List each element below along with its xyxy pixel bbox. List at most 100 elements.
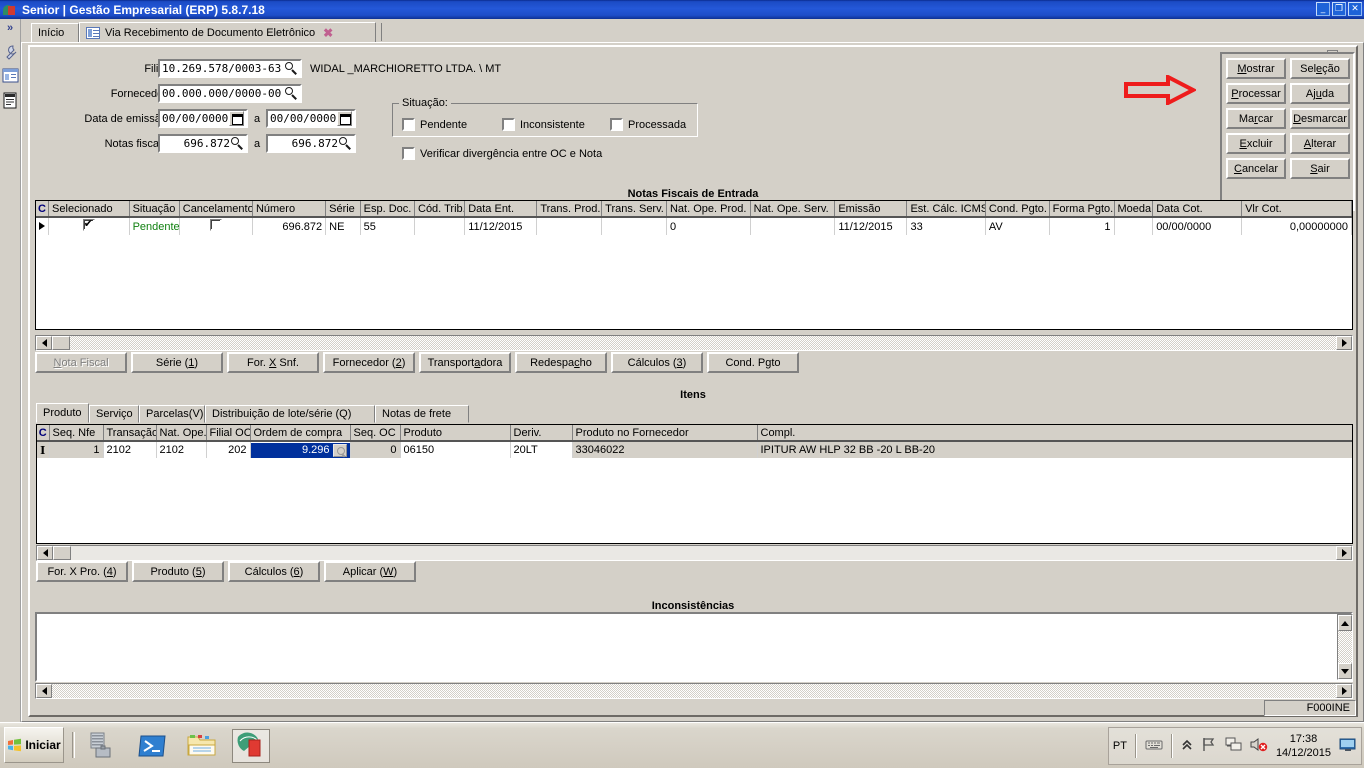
notas-col-moeda[interactable]: Moeda: [1114, 201, 1154, 218]
notas-col-vlr-cot[interactable]: Vlr Cot.: [1241, 201, 1352, 218]
notas-hscroll-thumb[interactable]: [52, 336, 70, 350]
button-alterar[interactable]: Alterar: [1290, 133, 1350, 154]
itens-grid[interactable]: C Seq. Nfe Transação Nat. Ope. Filial OC…: [36, 424, 1353, 544]
itens-grid-hscrollbar[interactable]: [36, 545, 1353, 561]
notas-hscroll-right-button[interactable]: [1336, 336, 1352, 350]
ordem-compra-search-icon[interactable]: [332, 443, 347, 457]
calendar-icon[interactable]: [337, 111, 352, 126]
inconsistencias-hscroll-track[interactable]: [52, 684, 1336, 698]
show-desktop-icon[interactable]: [1339, 737, 1357, 755]
notas-col-cod-trib[interactable]: Cód. Trib.: [414, 201, 466, 218]
checkbox-pendente-box[interactable]: [402, 118, 415, 131]
itens-col-filial-oc[interactable]: Filial OC: [206, 425, 251, 442]
button-serie[interactable]: Série (1): [131, 352, 223, 373]
notas-col-trans-prod[interactable]: Trans. Prod.: [536, 201, 603, 218]
itens-col-compl[interactable]: Compl.: [757, 425, 1352, 442]
data-emissao-de-input[interactable]: 00/00/0000: [158, 109, 248, 128]
calendar-icon[interactable]: [229, 111, 244, 126]
network-icon[interactable]: [1225, 737, 1242, 755]
itens-hscroll-track[interactable]: [71, 546, 1336, 560]
notas-col-selecionado[interactable]: Selecionado: [48, 201, 130, 218]
powershell-icon[interactable]: [137, 731, 169, 761]
data-emissao-ate-input[interactable]: 00/00/0000: [266, 109, 356, 128]
button-aplicar[interactable]: Aplicar (W): [324, 561, 416, 582]
button-ajuda[interactable]: Ajuda: [1290, 83, 1350, 104]
close-tab-icon[interactable]: ✖: [323, 26, 333, 40]
window-list-icon[interactable]: [2, 68, 19, 85]
notas-col-trans-serv[interactable]: Trans. Serv.: [601, 201, 667, 218]
notas-col-est-calc-icms[interactable]: Est. Cálc. ICMS: [906, 201, 986, 218]
button-redespacho[interactable]: Redespacho: [515, 352, 607, 373]
tab-via-recebimento[interactable]: Via Recebimento de Documento Eletrônico …: [79, 22, 376, 42]
button-for-x-snf[interactable]: For. X Snf.: [227, 352, 319, 373]
filial-input[interactable]: 10.269.578/0003-63: [158, 59, 302, 78]
button-mostrar[interactable]: Mostrar: [1226, 58, 1286, 79]
notas-col-emissao[interactable]: Emissão: [834, 201, 908, 218]
server-manager-icon[interactable]: [85, 731, 117, 761]
button-processar[interactable]: Processar: [1226, 83, 1286, 104]
notas-grid-hscrollbar[interactable]: [35, 335, 1353, 351]
notas-fiscais-de-input[interactable]: 696.872: [158, 134, 248, 153]
show-hidden-icons-icon[interactable]: [1181, 738, 1193, 754]
notas-col-forma-pgto[interactable]: Forma Pgto.: [1049, 201, 1115, 218]
cell-selecionado[interactable]: [48, 217, 130, 235]
checkbox-pendente[interactable]: Pendente: [402, 118, 467, 131]
checkbox-verificar-divergencia[interactable]: Verificar divergência entre OC e Nota: [402, 147, 602, 160]
tab-distribuicao[interactable]: Distribuição de lote/série (Q): [205, 405, 375, 423]
table-row[interactable]: Pendente 696.872 NE 55 11/12/2015 0 11/1…: [36, 217, 1352, 235]
minimize-button[interactable]: _: [1316, 2, 1330, 16]
cell-cancelamento[interactable]: [179, 217, 253, 235]
flag-icon[interactable]: [1201, 737, 1217, 755]
notas-col-data-ent[interactable]: Data Ent.: [464, 201, 538, 218]
itens-col-corner[interactable]: C: [37, 425, 50, 442]
itens-hscroll-left-button[interactable]: [37, 546, 53, 560]
itens-col-ordem-compra[interactable]: Ordem de compra: [250, 425, 351, 442]
button-for-x-pro[interactable]: For. X Pro. (4): [36, 561, 128, 582]
button-nota-fiscal[interactable]: Nota Fiscal: [35, 352, 127, 373]
notas-fiscais-ate-search-icon[interactable]: [338, 136, 352, 151]
language-indicator[interactable]: PT: [1113, 740, 1127, 752]
button-desmarcar[interactable]: Desmarcar: [1290, 108, 1350, 129]
notas-col-esp-doc[interactable]: Esp. Doc.: [360, 201, 416, 218]
tab-parcelas[interactable]: Parcelas(V): [139, 405, 205, 423]
table-row[interactable]: I 1 2102 2102 202 9.296 0 06150 20LT 330…: [37, 441, 1352, 458]
keyboard-icon[interactable]: [1145, 738, 1163, 754]
inconsistencias-textarea[interactable]: [35, 612, 1353, 682]
button-fornecedor[interactable]: Fornecedor (2): [323, 352, 415, 373]
inconsistencias-scroll-down-button[interactable]: [1338, 663, 1352, 679]
checkbox-verificar-divergencia-box[interactable]: [402, 147, 415, 160]
notas-fiscais-de-search-icon[interactable]: [230, 136, 244, 151]
inconsistencias-hscrollbar[interactable]: [35, 683, 1353, 699]
inconsistencias-hscroll-right-button[interactable]: [1336, 684, 1352, 698]
inconsistencias-vscrollbar[interactable]: [1337, 614, 1353, 680]
itens-col-seq-oc[interactable]: Seq. OC: [350, 425, 401, 442]
itens-col-deriv[interactable]: Deriv.: [510, 425, 573, 442]
notas-col-data-cot[interactable]: Data Cot.: [1152, 201, 1243, 218]
button-cancelar[interactable]: Cancelar: [1226, 158, 1286, 179]
expand-rail-icon[interactable]: »: [0, 19, 20, 34]
volume-muted-icon[interactable]: [1250, 737, 1268, 755]
ordem-compra-editor[interactable]: 9.296: [250, 442, 349, 458]
tab-produto[interactable]: Produto: [36, 403, 89, 423]
itens-col-nat-ope[interactable]: Nat. Ope.: [156, 425, 207, 442]
checkbox-processada-box[interactable]: [610, 118, 623, 131]
button-produto-5[interactable]: Produto (5): [132, 561, 224, 582]
fornecedor-input[interactable]: 00.000.000/0000-00: [158, 84, 302, 103]
wrench-icon[interactable]: [2, 44, 19, 61]
notas-col-situacao[interactable]: Situação: [129, 201, 180, 218]
itens-col-seq-nfe[interactable]: Seq. Nfe: [49, 425, 104, 442]
button-sair[interactable]: Sair: [1290, 158, 1350, 179]
notas-grid[interactable]: C Selecionado Situação Cancelamento Núme…: [35, 200, 1353, 330]
button-calculos-3[interactable]: Cálculos (3): [611, 352, 703, 373]
tab-notas-frete[interactable]: Notas de frete: [375, 405, 469, 423]
notas-col-numero[interactable]: Número: [252, 201, 327, 218]
notas-col-nat-ope-prod[interactable]: Nat. Ope. Prod.: [666, 201, 751, 218]
itens-hscroll-thumb[interactable]: [53, 546, 71, 560]
clock[interactable]: 17:38 14/12/2015: [1276, 732, 1331, 760]
itens-col-produto-forn[interactable]: Produto no Fornecedor: [572, 425, 758, 442]
button-selecao[interactable]: Seleção: [1290, 58, 1350, 79]
notas-fiscais-ate-input[interactable]: 696.872: [266, 134, 356, 153]
notas-hscroll-track[interactable]: [70, 336, 1336, 350]
fornecedor-search-icon[interactable]: [284, 86, 298, 101]
inconsistencias-hscroll-left-button[interactable]: [36, 684, 52, 698]
